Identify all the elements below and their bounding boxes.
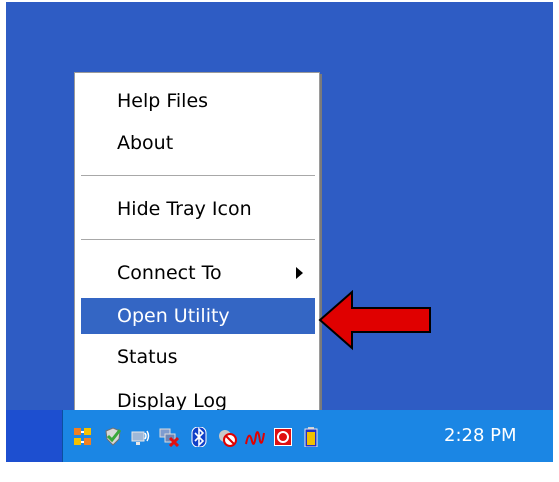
menu-item-label: Hide Tray Icon [117,198,252,220]
network-disconnected-icon[interactable] [159,427,179,447]
system-tray: 2:28 PM [62,410,553,462]
menu-item-connect-to[interactable]: Connect To [81,255,315,291]
menu-item-label: Open Utility [117,305,230,327]
menu-item-label: Help Files [117,90,209,112]
submenu-arrow-icon [296,267,303,279]
menu-item-label: Display Log [117,390,228,412]
bluetooth-icon[interactable] [189,427,209,447]
menu-item-about[interactable]: About [81,125,315,161]
menu-separator [81,175,315,177]
menu-item-open-utility[interactable]: Open Utility [81,298,315,334]
audio-waves-icon[interactable] [245,427,265,447]
menu-item-label: About [117,132,174,154]
wireless-monitor-icon[interactable] [131,427,151,447]
menu-item-hide-tray-icon[interactable]: Hide Tray Icon [81,191,315,227]
menu-item-status[interactable]: Status [81,339,315,375]
battery-icon[interactable] [301,427,321,447]
network-grid-icon[interactable] [73,427,93,447]
security-shield-icon[interactable] [103,427,123,447]
menu-separator [81,239,315,241]
menu-item-label: Connect To [117,262,222,284]
no-sign-icon[interactable] [217,427,237,447]
red-pointer-arrow-icon [318,290,431,351]
tray-context-menu: Help Files About Hide Tray Icon Connect … [74,72,320,426]
menu-item-help-files[interactable]: Help Files [81,83,315,119]
taskbar-clock[interactable]: 2:28 PM [444,410,517,462]
red-app-icon[interactable] [273,427,293,447]
taskbar: 2:28 PM [6,410,553,462]
menu-item-label: Status [117,346,178,368]
